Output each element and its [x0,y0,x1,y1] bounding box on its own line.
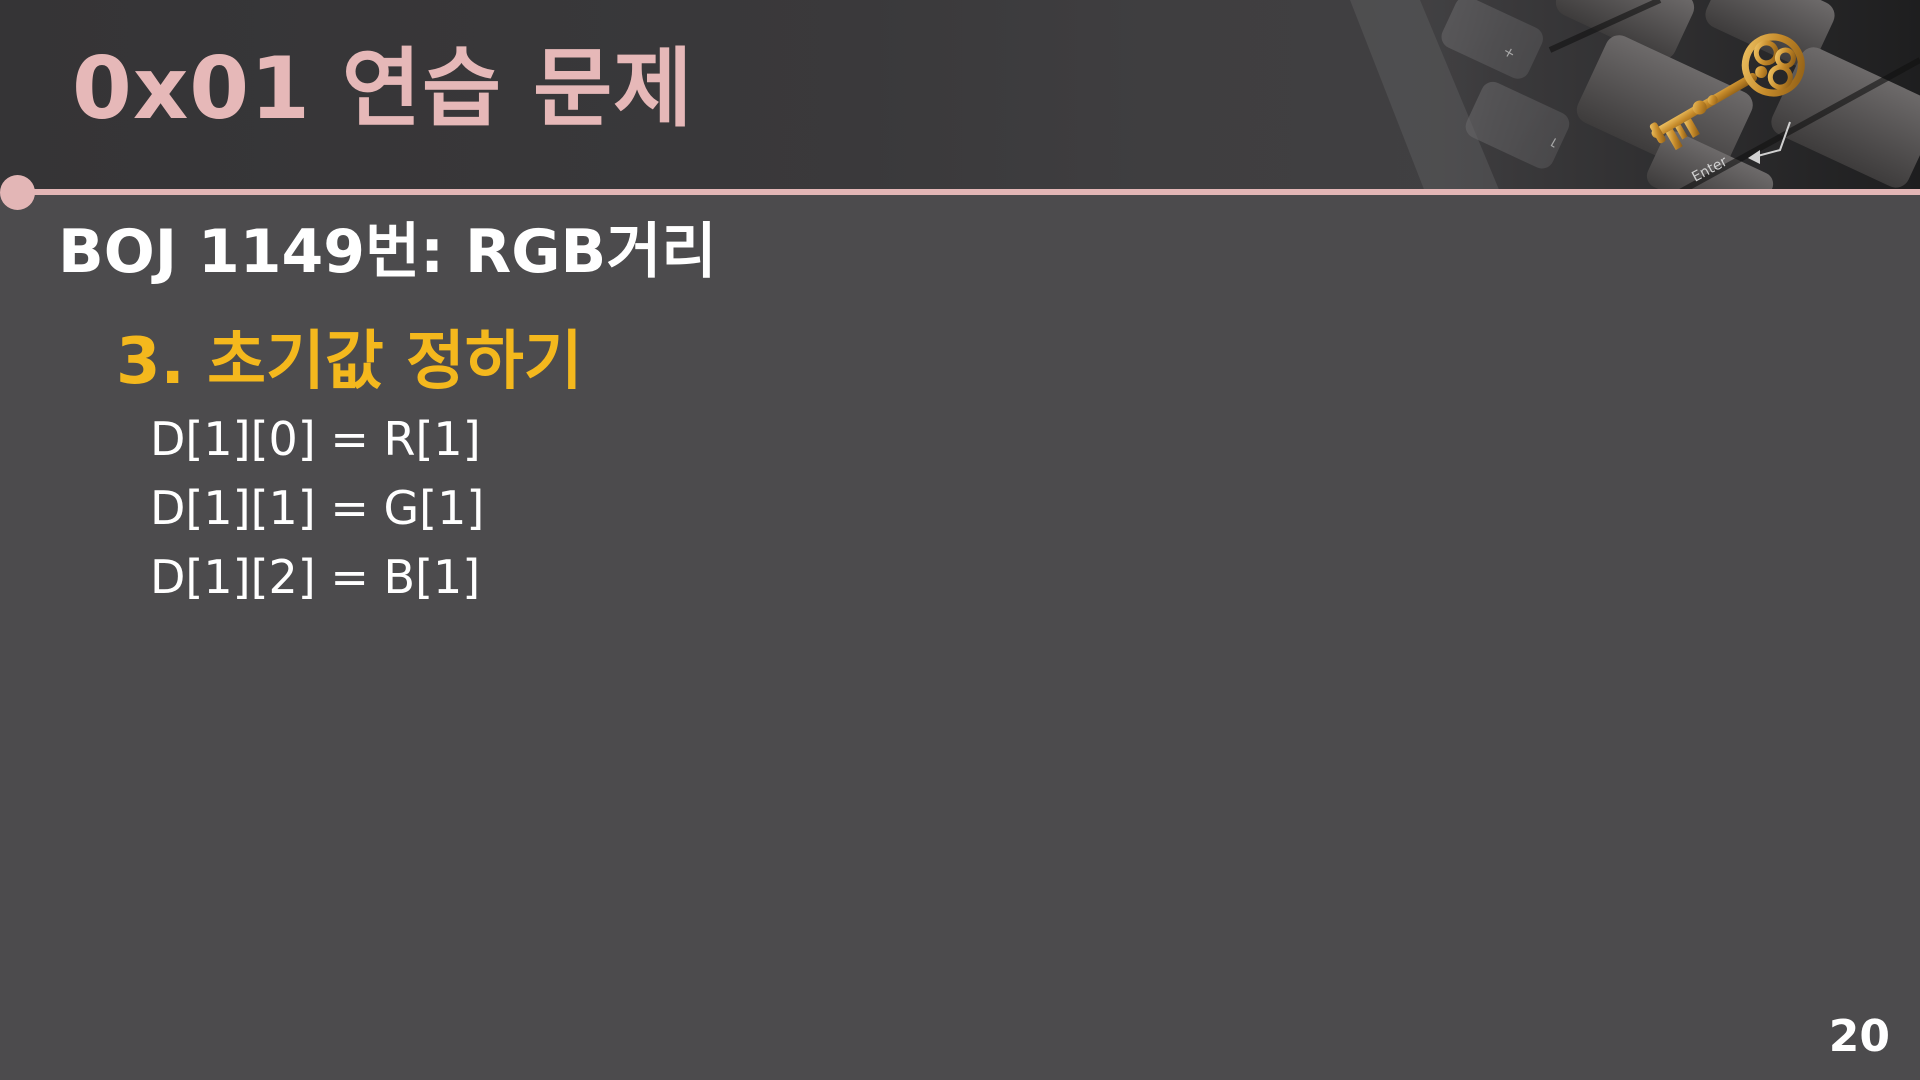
header-band: 0x01 연습 문제 Enter + ⌐ [0,0,1920,192]
problem-subtitle: BOJ 1149번: RGB거리 [58,217,717,287]
divider-dot [0,175,35,210]
page-number: 20 [1828,1011,1890,1062]
initial-value-list: D[1][0] = R[1] D[1][1] = G[1] D[1][2] = … [150,405,484,612]
keyboard-key-image: Enter + ⌐ [1350,0,1920,192]
header-divider [18,189,1920,195]
slide: 0x01 연습 문제 Enter + ⌐ BOJ 1149번: RGB거리 3.… [0,0,1920,1080]
section-heading: 3. 초기값 정하기 [116,325,583,399]
keyboard-key-illustration: Enter + ⌐ [1350,0,1920,192]
code-line: D[1][1] = G[1] [150,481,485,535]
code-line: D[1][0] = R[1] [150,412,481,466]
slide-title: 0x01 연습 문제 [72,39,694,139]
code-line: D[1][2] = B[1] [150,550,481,604]
